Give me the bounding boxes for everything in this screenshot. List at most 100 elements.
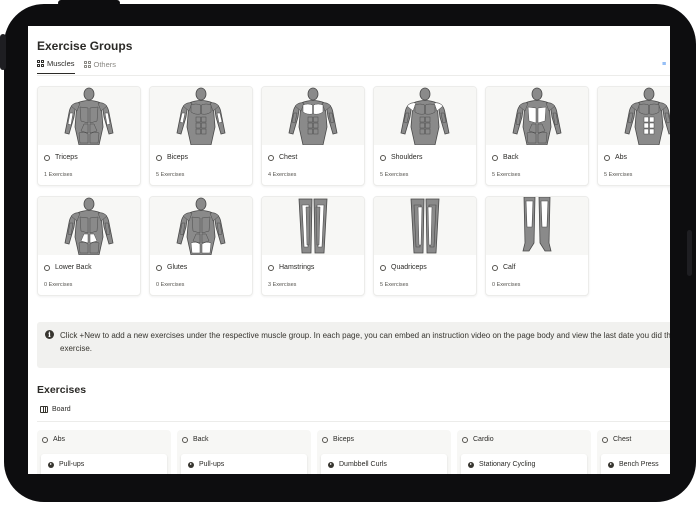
muscle-illustration — [38, 87, 140, 145]
exercise-card[interactable]: Pull-ups — [181, 454, 307, 474]
info-icon: i — [45, 330, 54, 339]
column-header[interactable]: Abs — [42, 436, 65, 443]
muscle-name: Back — [503, 154, 519, 161]
muscle-illustration — [374, 197, 476, 255]
exercise-name: Pull-ups — [59, 461, 85, 468]
exercise-name: Dumbbell Curls — [339, 461, 387, 468]
muscle-name: Biceps — [167, 154, 189, 161]
page-circle-icon — [604, 154, 610, 161]
muscle-illustration — [374, 87, 476, 145]
muscle-name: Chest — [279, 154, 298, 161]
muscle-illustration — [598, 87, 670, 145]
callout: i Click +New to add a new exercises unde… — [37, 322, 670, 368]
exercise-count: 5 Exercises — [380, 172, 409, 178]
tab-label: Muscles — [47, 59, 75, 68]
card-title: Biceps — [156, 154, 188, 161]
play-circle-icon — [608, 461, 614, 468]
page-circle-icon — [380, 154, 386, 161]
column-title: Biceps — [333, 436, 355, 443]
muscle-name: Shoulders — [391, 154, 423, 161]
muscle-name: Calf — [503, 264, 516, 271]
muscle-name: Triceps — [55, 154, 78, 161]
tab-muscles[interactable]: Muscles — [37, 59, 75, 74]
muscle-illustration — [486, 197, 588, 255]
card-title: Lower Back — [44, 264, 92, 271]
tablet-side-button — [0, 34, 6, 70]
exercise-count: 5 Exercises — [380, 282, 409, 288]
exercise-name: Pull-ups — [199, 461, 225, 468]
page-circle-icon — [462, 436, 468, 443]
tab-label: Board — [52, 406, 71, 413]
card-title: Shoulders — [380, 154, 423, 161]
column-header[interactable]: Chest — [602, 436, 631, 443]
card-title: Quadriceps — [380, 264, 427, 271]
muscle-illustration — [38, 197, 140, 255]
divider — [37, 421, 670, 422]
play-circle-icon — [48, 461, 54, 468]
tab-others[interactable]: Others — [83, 59, 117, 74]
view-tabs: Muscles Others — [37, 59, 116, 74]
exercise-card[interactable]: Bench Press — [601, 454, 670, 474]
muscle-card-back[interactable]: Back 5 Exercises — [485, 86, 589, 186]
page-circle-icon — [42, 436, 48, 443]
exercise-name: Bench Press — [619, 461, 659, 468]
card-title: Calf — [492, 264, 515, 271]
muscle-card-hamstrings[interactable]: Hamstrings 3 Exercises — [261, 196, 365, 296]
exercise-card[interactable]: Stationary Cycling — [461, 454, 587, 474]
column-title: Chest — [613, 436, 632, 443]
page-circle-icon — [602, 436, 608, 443]
board-column-biceps: Biceps Dumbbell Curls — [317, 430, 451, 474]
exercise-count: 5 Exercises — [604, 172, 633, 178]
muscle-name: Quadriceps — [391, 264, 427, 271]
muscle-card-abs[interactable]: Abs 5 Exercises — [597, 86, 670, 186]
muscle-name: Glutes — [167, 264, 188, 271]
page-circle-icon — [380, 264, 386, 271]
column-header[interactable]: Cardio — [462, 436, 494, 443]
gallery-grid-icon — [37, 60, 44, 67]
exercise-count: 0 Exercises — [44, 282, 73, 288]
exercise-count: 3 Exercises — [268, 282, 297, 288]
column-header[interactable]: Back — [182, 436, 209, 443]
muscle-illustration — [262, 197, 364, 255]
muscle-illustration — [150, 197, 252, 255]
page-circle-icon — [322, 436, 328, 443]
page-circle-icon — [268, 264, 274, 271]
column-header[interactable]: Biceps — [322, 436, 354, 443]
tab-board[interactable]: Board — [40, 406, 71, 413]
muscle-illustration — [486, 87, 588, 145]
page-circle-icon — [44, 154, 50, 161]
muscle-card-shoulders[interactable]: Shoulders 5 Exercises — [373, 86, 477, 186]
board-column-chest: Chest Bench Press — [597, 430, 670, 474]
divider — [37, 75, 670, 76]
muscle-card-triceps[interactable]: Triceps 1 Exercises — [37, 86, 141, 186]
exercise-name: Stationary Cycling — [479, 461, 536, 468]
muscle-name: Abs — [615, 154, 628, 161]
tab-label: Others — [93, 59, 117, 69]
gallery-grid-icon — [83, 60, 91, 68]
muscle-card-biceps[interactable]: Biceps 5 Exercises — [149, 86, 253, 186]
board-column-cardio: Cardio Stationary Cycling — [457, 430, 591, 474]
page-circle-icon — [156, 154, 162, 161]
muscle-name: Hamstrings — [279, 264, 315, 271]
muscle-card-lower-back[interactable]: Lower Back 0 Exercises — [37, 196, 141, 296]
callout-text: Click +New to add a new exercises under … — [60, 331, 670, 353]
card-title: Back — [492, 154, 519, 161]
page-circle-icon — [156, 264, 162, 271]
column-title: Abs — [53, 436, 66, 443]
muscle-card-chest[interactable]: Chest 4 Exercises — [261, 86, 365, 186]
exercise-count: 5 Exercises — [156, 172, 185, 178]
page-circle-icon — [268, 154, 274, 161]
exercise-card[interactable]: Pull-ups — [41, 454, 167, 474]
exercise-count: 5 Exercises — [492, 172, 521, 178]
page-circle-icon — [44, 264, 50, 271]
muscle-name: Lower Back — [55, 264, 92, 271]
card-title: Abs — [604, 154, 627, 161]
muscle-card-calf[interactable]: Calf 0 Exercises — [485, 196, 589, 296]
exercise-card[interactable]: Dumbbell Curls — [321, 454, 447, 474]
muscle-card-quadriceps[interactable]: Quadriceps 5 Exercises — [373, 196, 477, 296]
card-title: Chest — [268, 154, 297, 161]
play-circle-icon — [328, 461, 334, 468]
muscle-card-glutes[interactable]: Glutes 0 Exercises — [149, 196, 253, 296]
muscle-illustration — [150, 87, 252, 145]
filter-lines-icon[interactable]: ≡ — [662, 61, 668, 68]
